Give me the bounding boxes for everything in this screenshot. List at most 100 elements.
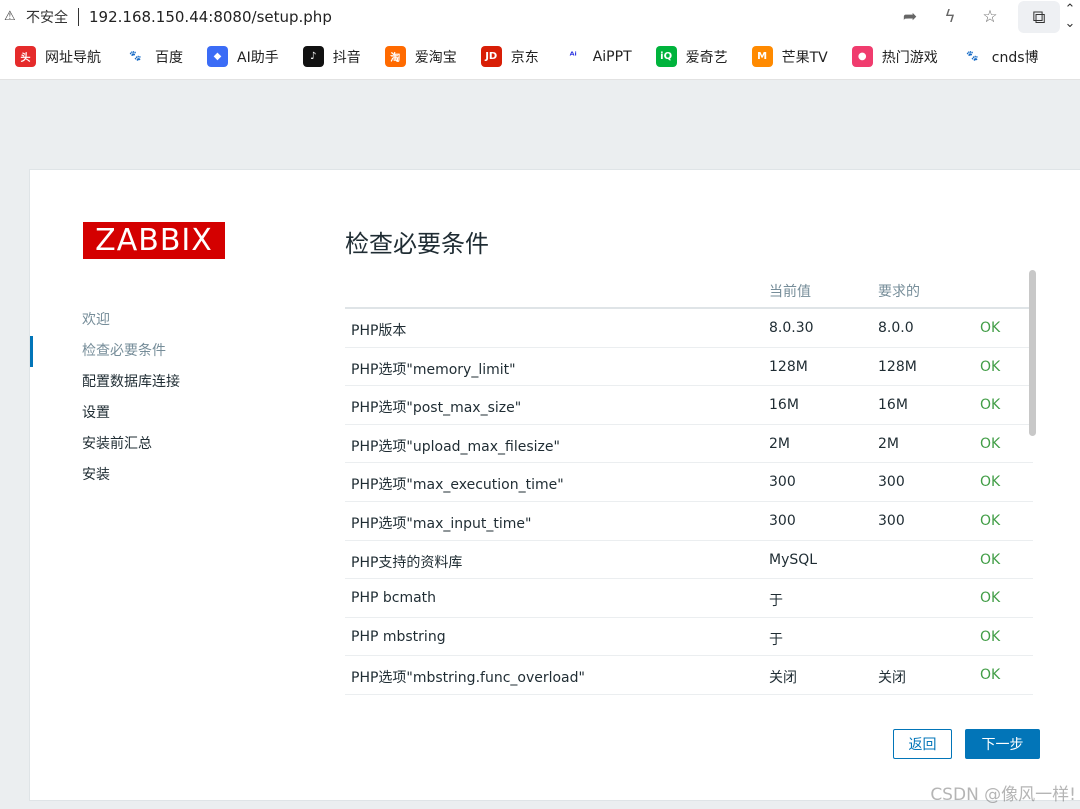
warning-icon[interactable]: ⚠	[4, 10, 18, 24]
security-label[interactable]: 不安全	[26, 7, 68, 27]
table-row: PHP选项"post_max_size" 16M 16M OK	[345, 386, 1033, 425]
current-value: 8.0.30	[769, 320, 814, 336]
bookmark-item[interactable]: ᴬⁱ AiPPT	[562, 46, 632, 67]
bookmark-item[interactable]: M 芒果TV	[751, 46, 828, 67]
bookmark-item[interactable]: 🐾 百度	[125, 46, 183, 67]
bookmark-item[interactable]: ● 热门游戏	[851, 46, 938, 67]
extensions-icon[interactable]: ⧉	[1018, 1, 1060, 33]
requirement-name: PHP选项"mbstring.func_overload"	[351, 670, 585, 687]
current-value: 300	[769, 474, 796, 491]
bookmark-label: 网址导航	[45, 49, 101, 66]
status-ok: OK	[980, 358, 1001, 375]
baidu-paw-icon: 🐾	[961, 46, 983, 67]
requirement-name: PHP选项"max_input_time"	[351, 515, 532, 532]
required-value: 2M	[878, 435, 899, 452]
step-item: 安装	[82, 467, 110, 483]
bookmark-item[interactable]: JD 京东	[480, 46, 539, 67]
setup-steps: 欢迎 检查必要条件 配置数据库连接 设置 安装前汇总 安装	[30, 305, 300, 491]
table-row: PHP版本 8.0.30 8.0.0 OK	[345, 309, 1033, 348]
requirement-name: PHP mbstring	[351, 628, 446, 645]
status-ok: OK	[980, 474, 1001, 491]
scrollbar-thumb[interactable]	[1029, 270, 1036, 436]
header-current: 当前值	[769, 284, 811, 300]
bookmark-label: 爱淘宝	[414, 49, 457, 66]
baidu-paw-icon: 🐾	[125, 46, 146, 67]
bookmark-item[interactable]: 头网址导航	[15, 46, 101, 67]
mango-icon: M	[751, 46, 773, 67]
iqiyi-icon: iQ	[655, 46, 677, 67]
table-header: 当前值 要求的	[345, 270, 1033, 309]
requirement-name: PHP选项"max_execution_time"	[351, 477, 564, 494]
required-value: 8.0.0	[878, 320, 914, 336]
taobao-icon: 淘	[384, 46, 406, 67]
address-bar: ⚠ 不安全 192.168.150.44:8080/setup.php ➦ ϟ …	[0, 0, 1080, 34]
status-ok: OK	[980, 397, 1001, 414]
table-row: PHP mbstring 于 OK	[345, 618, 1033, 657]
bookmark-label: 抖音	[332, 49, 361, 66]
bookmarks-bar: 头网址导航 🐾 百度 ◆ AI助手 ♪ 抖音 淘爱淘宝 JD 京东 ᴬⁱ AiPPT iQ 爱奇艺 M 芒果T…	[0, 34, 1080, 80]
red-flag-icon: 头	[15, 46, 36, 67]
step-item: 配置数据库连接	[82, 374, 180, 390]
bookmark-item[interactable]: iQ 爱奇艺	[655, 46, 728, 67]
status-ok: OK	[980, 435, 1001, 452]
required-value: 128M	[878, 358, 917, 375]
requirement-name: PHP bcmath	[351, 590, 437, 607]
status-ok: OK	[980, 512, 1001, 529]
game-icon: ●	[851, 46, 873, 67]
status-ok: OK	[980, 628, 1001, 645]
requirement-name: PHP选项"memory_limit"	[351, 361, 516, 378]
table-row: PHP bcmath 于 OK	[345, 579, 1033, 618]
table-row: PHP支持的资料库 MySQL OK	[345, 541, 1033, 580]
scrollbar[interactable]	[1029, 270, 1037, 438]
bookmark-label: 百度	[155, 49, 183, 66]
back-button[interactable]: 返回	[893, 729, 952, 759]
current-value: 关闭	[769, 670, 797, 687]
status-ok: OK	[980, 590, 1001, 607]
status-ok: OK	[980, 667, 1001, 684]
page-title: 检查必要条件	[345, 230, 489, 258]
ai-assistant-icon: ◆	[207, 46, 228, 67]
aippt-icon: ᴬⁱ	[562, 46, 584, 67]
star-icon[interactable]: ☆	[976, 3, 1004, 31]
requirement-name: PHP选项"post_max_size"	[351, 400, 522, 417]
current-value: MySQL	[769, 551, 818, 568]
menu-icon[interactable]: ⌃ ⌄	[1060, 0, 1080, 34]
douyin-icon: ♪	[302, 46, 324, 67]
requirement-name: PHP选项"upload_max_filesize"	[351, 438, 560, 455]
bookmark-label: 热门游戏	[881, 49, 938, 66]
status-ok: OK	[980, 320, 1001, 336]
current-value: 128M	[769, 358, 808, 375]
table-row: PHP选项"mbstring.func_overload" 关闭 关闭 OK	[345, 656, 1033, 695]
current-value: 2M	[769, 435, 790, 452]
current-value: 于	[769, 593, 783, 610]
bookmark-item[interactable]: ♪ 抖音	[302, 46, 361, 67]
bookmark-item[interactable]: 淘爱淘宝	[384, 46, 457, 67]
table-row: PHP选项"max_execution_time" 300 300 OK	[345, 463, 1033, 502]
requirements-table: 当前值 要求的 PHP版本 8.0.30 8.0.0 OK PHP选项"memory_l…	[345, 270, 1033, 695]
required-value: 300	[878, 474, 905, 491]
bookmark-label: AiPPT	[592, 48, 632, 65]
step-item: 欢迎	[82, 312, 110, 328]
table-row: PHP选项"upload_max_filesize" 2M 2M OK	[345, 425, 1033, 464]
bookmark-item[interactable]: ◆ AI助手	[207, 46, 279, 67]
requirement-name: PHP支持的资料库	[351, 554, 463, 571]
step-item: 设置	[82, 405, 110, 421]
table-body: PHP版本 8.0.30 8.0.0 OK PHP选项"memory_limit" 128…	[345, 309, 1033, 695]
bookmark-label: 京东	[510, 49, 539, 66]
table-row: PHP选项"memory_limit" 128M 128M OK	[345, 348, 1033, 387]
share-icon[interactable]: ➦	[896, 3, 924, 31]
bookmark-item[interactable]: 🐾 cnds博	[961, 46, 1039, 67]
setup-panel: ZABBIX 欢迎 检查必要条件 配置数据库连接 设置 安装前汇总 安装 检查必要条件 当…	[29, 169, 1080, 801]
required-value: 300	[878, 512, 905, 529]
required-value: 16M	[878, 397, 908, 414]
zabbix-logo: ZABBIX	[83, 222, 225, 259]
next-button[interactable]: 下一步	[965, 729, 1040, 759]
jd-icon: JD	[480, 46, 502, 67]
current-value: 于	[769, 631, 783, 648]
header-required: 要求的	[878, 284, 920, 300]
bookmark-label: cnds博	[991, 49, 1039, 66]
current-value: 16M	[769, 397, 799, 414]
current-value: 300	[769, 512, 796, 529]
url-input[interactable]: 192.168.150.44:8080/setup.php	[89, 8, 332, 26]
lightning-icon[interactable]: ϟ	[936, 3, 964, 31]
